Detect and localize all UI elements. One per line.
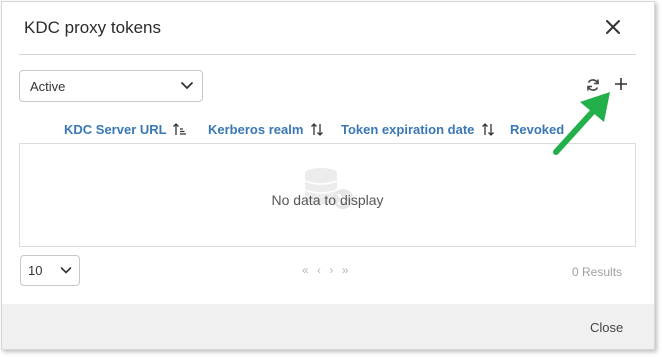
column-header-token-expiration-date[interactable]: Token expiration date [341,122,495,137]
header-divider [19,54,636,55]
dialog-title: KDC proxy tokens [24,18,161,37]
sort-ascending-icon [173,123,186,135]
column-header-kerberos-realm[interactable]: Kerberos realm [208,122,324,137]
page-size-value: 10 [28,263,43,278]
column-label: KDC Server URL [64,122,167,137]
next-page-button[interactable]: › [329,263,334,277]
results-count: 0 Results [572,265,623,279]
plus-icon[interactable] [614,77,628,91]
first-page-button[interactable]: « [302,263,310,277]
dialog-footer: Close [2,304,654,349]
status-filter-value: Active [30,79,66,94]
column-label: Kerberos realm [208,122,304,137]
pagination-controls: « ‹ › » [302,263,352,277]
last-page-button[interactable]: » [342,263,350,277]
sort-icon [311,123,323,136]
data-grid: No data to display [19,143,636,247]
previous-page-button[interactable]: ‹ [317,263,322,277]
column-header-kdc-server-url[interactable]: KDC Server URL [64,122,187,137]
close-icon[interactable] [605,19,621,35]
empty-message: No data to display [271,192,384,208]
close-button[interactable]: Close [590,320,623,335]
page-size-select[interactable]: 10 [20,255,80,286]
kdc-proxy-tokens-dialog: KDC proxy tokens Active KDC Server URL K… [1,1,655,350]
column-label: Token expiration date [341,122,475,137]
status-filter-select[interactable]: Active [19,70,203,102]
chevron-down-icon [181,82,193,90]
chevron-down-icon [60,267,72,274]
sort-icon [482,123,494,136]
arrow-annotation-icon [553,92,610,155]
